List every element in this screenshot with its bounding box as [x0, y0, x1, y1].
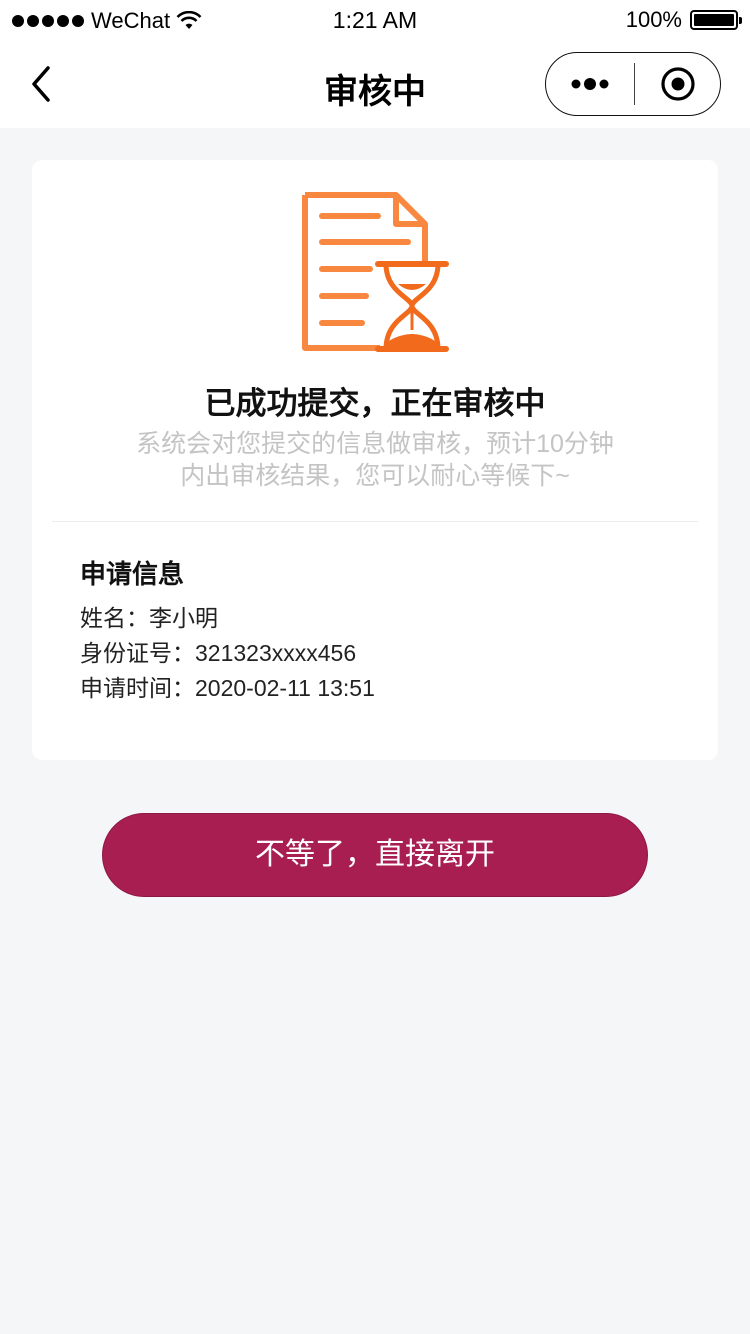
mini-program-capsule — [545, 52, 721, 116]
navigation-bar: 审核中 — [0, 40, 750, 128]
review-status-card: 已成功提交，正在审核中 系统会对您提交的信息做审核，预计10分钟 内出审核结果，… — [32, 160, 718, 760]
battery-icon — [690, 10, 742, 30]
more-button[interactable] — [546, 53, 634, 115]
info-name-row: 姓名：李小明 — [80, 605, 218, 631]
info-time-row: 申请时间：2020-02-11 13:51 — [80, 675, 375, 701]
application-info: 申请信息 姓名：李小明 身份证号：321323xxxx456 申请时间：2020… — [80, 554, 375, 706]
leave-button[interactable]: 不等了，直接离开 — [102, 813, 648, 897]
info-id-row: 身份证号：321323xxxx456 — [80, 640, 357, 666]
more-dots-icon — [571, 78, 609, 90]
divider — [52, 521, 698, 522]
status-bar: WeChat 1:21 AM 100% — [0, 0, 750, 40]
status-headline: 已成功提交，正在审核中 — [204, 386, 546, 421]
description-line: 内出审核结果，您可以耐心等候下~ — [180, 462, 570, 490]
status-description: 系统会对您提交的信息做审核，预计10分钟 内出审核结果，您可以耐心等候下~ — [112, 428, 638, 492]
info-title: 申请信息 — [80, 559, 185, 589]
target-circle-icon — [661, 67, 695, 101]
battery-percent: 100% — [625, 7, 682, 32]
battery-status: 100% — [625, 7, 742, 33]
close-button[interactable] — [635, 53, 721, 115]
description-line: 系统会对您提交的信息做审核，预计10分钟 — [136, 430, 614, 458]
document-hourglass-icon — [302, 192, 449, 352]
